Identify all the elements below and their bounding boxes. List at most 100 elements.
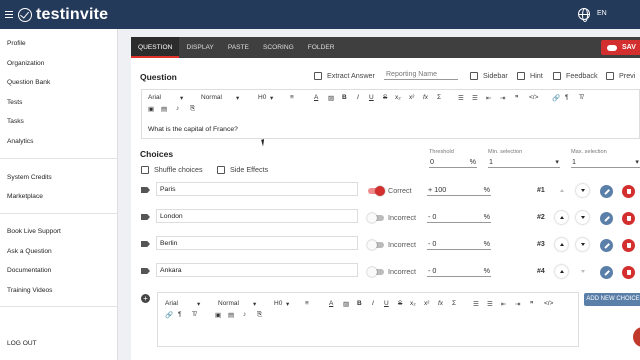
font-family-select[interactable]: Arial xyxy=(165,300,178,307)
highlight-icon[interactable]: ▨ xyxy=(343,300,349,308)
move-up-button[interactable] xyxy=(555,238,568,251)
quote-icon[interactable]: ❞ xyxy=(515,94,519,102)
superscript-icon[interactable]: x² xyxy=(409,94,414,101)
code-icon[interactable]: </> xyxy=(529,94,538,101)
link-icon[interactable]: 🔗 xyxy=(552,94,560,102)
move-down-button[interactable] xyxy=(576,265,589,278)
edit-choice-button[interactable] xyxy=(600,266,613,279)
paragraph-icon[interactable]: ¶ xyxy=(565,94,569,101)
sidebar-item-question-bank[interactable]: Question Bank xyxy=(7,79,50,86)
sigma-icon[interactable]: Σ xyxy=(452,300,456,307)
score-input[interactable]: - 0 % xyxy=(427,265,491,277)
outdent-icon[interactable]: ⇤ xyxy=(486,94,491,102)
attachment-icon[interactable]: ⎘ xyxy=(257,311,262,319)
outdent-icon[interactable]: ⇤ xyxy=(501,300,506,308)
move-up-button[interactable] xyxy=(555,265,568,278)
audio-icon[interactable]: ♪ xyxy=(243,311,246,318)
menu-icon[interactable] xyxy=(0,0,18,29)
underline-icon[interactable]: U xyxy=(369,94,374,101)
delete-choice-button[interactable] xyxy=(622,185,635,198)
question-text[interactable]: What is the capital of France? xyxy=(148,126,238,133)
superscript-icon[interactable]: x² xyxy=(424,300,429,307)
sidebar-checkbox[interactable]: Sidebar xyxy=(470,71,508,80)
image-icon[interactable]: ▣ xyxy=(215,311,221,319)
add-icon[interactable]: + xyxy=(141,294,150,303)
score-input[interactable]: - 0 % xyxy=(427,238,491,250)
checkbox-box[interactable] xyxy=(606,71,614,80)
indent-icon[interactable]: ⇥ xyxy=(515,300,520,308)
extract-answer-checkbox[interactable]: Extract Answer xyxy=(314,71,375,80)
checkbox-box[interactable] xyxy=(141,165,149,174)
subscript-icon[interactable]: x₂ xyxy=(395,94,401,101)
delete-choice-button[interactable] xyxy=(622,212,635,225)
shuffle-choices-checkbox[interactable]: Shuffle choices xyxy=(141,165,203,174)
chevron-down-icon[interactable]: ▾ xyxy=(253,300,256,308)
image-icon[interactable]: ▣ xyxy=(148,105,154,113)
feedback-checkbox[interactable]: Feedback xyxy=(553,71,598,80)
side-effects-checkbox[interactable]: Side Effects xyxy=(217,165,268,174)
video-icon[interactable]: ▤ xyxy=(161,105,167,113)
indent-icon[interactable]: ⇥ xyxy=(500,94,505,102)
bullet-list-icon[interactable]: ☰ xyxy=(487,300,493,308)
formula-icon[interactable]: fx xyxy=(438,300,443,307)
checkbox-box[interactable] xyxy=(217,165,225,174)
sidebar-item-tasks[interactable]: Tasks xyxy=(7,118,24,125)
formula-icon[interactable]: fx xyxy=(423,94,428,101)
choice-text-input[interactable]: Berlin xyxy=(156,236,358,250)
font-color-icon[interactable]: A xyxy=(314,94,318,101)
clear-format-icon[interactable]: T̸ xyxy=(579,94,583,101)
choice-text-input[interactable]: London xyxy=(156,209,358,223)
italic-icon[interactable]: I xyxy=(372,300,374,307)
align-icon[interactable]: ≡ xyxy=(290,94,294,101)
font-color-icon[interactable]: A xyxy=(329,300,333,307)
audio-icon[interactable]: ♪ xyxy=(176,105,179,112)
strikethrough-icon[interactable]: S xyxy=(383,94,387,101)
clear-format-icon[interactable]: T̸ xyxy=(192,311,196,318)
sidebar-item-training-videos[interactable]: Training Videos xyxy=(7,287,52,294)
highlight-icon[interactable]: ▨ xyxy=(328,94,334,102)
italic-icon[interactable]: I xyxy=(357,94,359,101)
checkbox-box[interactable] xyxy=(517,71,525,80)
hint-checkbox[interactable]: Hint xyxy=(517,71,543,80)
tag-icon[interactable] xyxy=(141,214,150,220)
tag-icon[interactable] xyxy=(141,187,150,193)
tab-scoring[interactable]: SCORING xyxy=(256,37,301,58)
text-style-select[interactable]: Normal xyxy=(218,300,239,307)
sigma-icon[interactable]: Σ xyxy=(437,94,441,101)
logout-link[interactable]: LOG OUT xyxy=(7,340,37,347)
underline-icon[interactable]: U xyxy=(384,300,389,307)
strikethrough-icon[interactable]: S xyxy=(398,300,402,307)
checkbox-box[interactable] xyxy=(314,71,322,80)
sidebar-item-organization[interactable]: Organization xyxy=(7,60,44,67)
correct-toggle[interactable] xyxy=(367,213,384,223)
code-icon[interactable]: </> xyxy=(544,300,553,307)
tab-display[interactable]: DISPLAY xyxy=(179,37,220,58)
chevron-down-icon[interactable]: ▾ xyxy=(236,94,239,102)
ordered-list-icon[interactable]: ☰ xyxy=(458,94,464,102)
logo[interactable]: testinvite xyxy=(18,6,108,24)
bold-icon[interactable]: B xyxy=(342,94,347,101)
edit-choice-button[interactable] xyxy=(600,185,613,198)
add-new-choice-button[interactable]: ADD NEW CHOICE xyxy=(584,293,640,306)
floating-action-button[interactable] xyxy=(633,327,640,347)
tag-icon[interactable] xyxy=(141,241,150,247)
sidebar-item-tests[interactable]: Tests xyxy=(7,99,22,106)
score-input[interactable]: - 0 % xyxy=(427,211,491,223)
preview-checkbox[interactable]: Previ xyxy=(606,71,635,80)
tab-paste[interactable]: PASTE xyxy=(221,37,256,58)
correct-toggle[interactable] xyxy=(367,267,384,277)
chevron-down-icon[interactable]: ▾ xyxy=(180,94,183,102)
chevron-down-icon[interactable]: ▾ xyxy=(270,94,273,102)
sidebar-item-system-credits[interactable]: System Credits xyxy=(7,174,52,181)
sidebar-item-documentation[interactable]: Documentation xyxy=(7,267,51,274)
bold-icon[interactable]: B xyxy=(357,300,362,307)
checkbox-box[interactable] xyxy=(553,71,561,80)
font-family-select[interactable]: Arial xyxy=(148,94,161,101)
video-icon[interactable]: ▤ xyxy=(228,311,234,319)
choice-text-input[interactable]: Paris xyxy=(156,182,358,196)
sidebar-item-book-live-support[interactable]: Book Live Support xyxy=(7,228,61,235)
chevron-down-icon[interactable]: ▾ xyxy=(286,300,289,308)
attachment-icon[interactable]: ⎘ xyxy=(190,105,195,113)
sidebar-item-ask-a-question[interactable]: Ask a Question xyxy=(7,248,52,255)
move-down-button[interactable] xyxy=(576,211,589,224)
